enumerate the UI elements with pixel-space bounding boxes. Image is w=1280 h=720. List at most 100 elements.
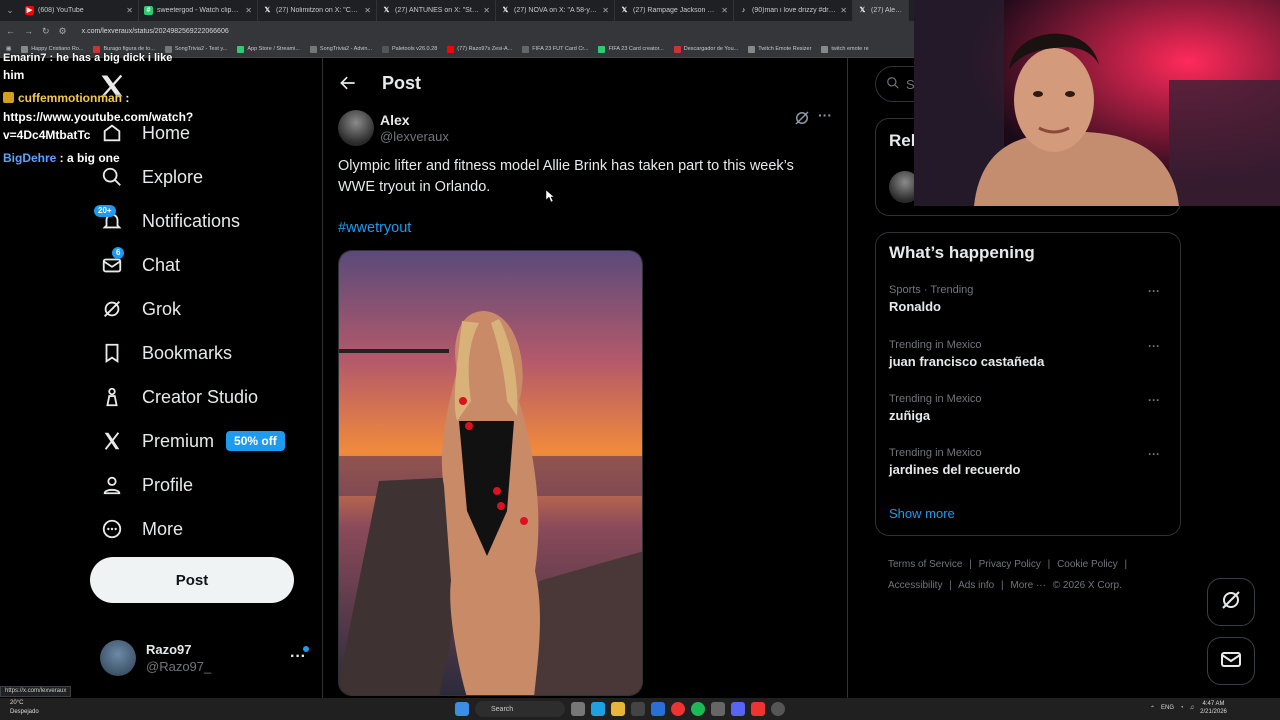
browser-tab-active[interactable]: 𝕏 (27) Alex on X: "O — [853, 0, 909, 21]
footer-link-ads-info[interactable]: Ads info — [958, 580, 994, 591]
footer-link-cookies[interactable]: Cookie Policy — [1057, 559, 1118, 570]
author-avatar[interactable] — [338, 110, 374, 146]
bookmark-item[interactable]: (77) Razo97s Zesi-A... — [447, 45, 512, 53]
grok-icon[interactable] — [793, 109, 811, 127]
trend-item[interactable]: Trending in Mexico juan francisco castañ… — [889, 339, 1169, 379]
close-tab-icon[interactable]: ✕ — [483, 6, 490, 15]
tab-title: (27) NOVA on X: "A 58-year-old — [514, 7, 598, 14]
footer-link-privacy[interactable]: Privacy Policy — [979, 559, 1041, 570]
sidebar-item-profile[interactable]: Profile — [100, 469, 193, 501]
author-name[interactable]: Alex — [380, 112, 449, 128]
bookmark-item[interactable]: Twitch Emote Resizer — [748, 45, 811, 53]
close-tab-icon[interactable]: ✕ — [721, 6, 728, 15]
steam-icon[interactable] — [711, 702, 725, 716]
back-arrow-icon[interactable] — [338, 73, 358, 93]
messages-fab-button[interactable] — [1207, 637, 1255, 685]
bell-icon: 20+ — [94, 205, 124, 233]
back-nav-icon[interactable]: ← — [6, 26, 15, 36]
taskbar-search[interactable]: Search — [475, 701, 565, 717]
close-tab-icon[interactable]: ✕ — [840, 6, 847, 15]
browser-tab[interactable]: 𝕏 (27) ANTUNES on X: "Streame ✕ — [377, 0, 496, 21]
post-text: Olympic lifter and fitness model Allie B… — [338, 158, 794, 195]
trend-item[interactable]: Sports · Trending Ronaldo ··· — [889, 284, 1169, 324]
mail-app-icon[interactable] — [651, 702, 665, 716]
bookmark-item[interactable]: App Store / Streami... — [237, 45, 300, 53]
discord-icon[interactable] — [731, 702, 745, 716]
bookmark-item[interactable]: FIFA 23 Card creator... — [598, 45, 664, 53]
bookmark-item[interactable]: Descargador de You... — [673, 45, 738, 53]
start-icon[interactable] — [455, 702, 469, 716]
tab-title: (27) Nolimitzon on X: "CEO of T — [276, 7, 361, 14]
file-explorer-icon[interactable] — [611, 702, 625, 716]
close-tab-icon[interactable]: ✕ — [245, 6, 252, 15]
language-indicator[interactable]: ENG — [1161, 705, 1174, 711]
grok-fab-button[interactable] — [1207, 578, 1255, 626]
trend-item[interactable]: Trending in Mexico jardines del recuerdo… — [889, 447, 1169, 487]
chrome-icon[interactable] — [671, 702, 685, 716]
footer-link-terms[interactable]: Terms of Service — [888, 559, 962, 570]
trend-more-icon[interactable]: ··· — [1148, 393, 1160, 407]
trend-name: zuñiga — [889, 408, 931, 423]
browser-tab[interactable]: # sweetergod - Watch clips on X ✕ — [139, 0, 258, 21]
reload-icon[interactable]: ↻ — [42, 26, 50, 37]
bookmark-item[interactable]: twitch emote re — [821, 45, 869, 53]
trend-more-icon[interactable]: ··· — [1148, 447, 1160, 461]
post-header: Post — [338, 66, 421, 100]
obs-icon[interactable] — [771, 702, 785, 716]
post-more-icon[interactable]: ··· — [818, 107, 832, 123]
close-tab-icon[interactable]: ✕ — [602, 6, 609, 15]
sidebar-item-chat[interactable]: 6 Chat — [100, 247, 180, 281]
forward-nav-icon[interactable]: → — [24, 26, 33, 36]
sidebar-item-bookmarks[interactable]: Bookmarks — [100, 337, 232, 369]
close-tab-icon[interactable]: ✕ — [364, 6, 371, 15]
post-button[interactable]: Post — [90, 557, 294, 603]
trend-more-icon[interactable]: ··· — [1148, 339, 1160, 353]
wifi-icon[interactable]: ◔ — [1180, 705, 1184, 711]
sidebar-item-more[interactable]: More — [100, 513, 183, 545]
account-handle: @Razo97_ — [146, 659, 212, 674]
footer-link-more[interactable]: More ··· — [1010, 580, 1046, 591]
author-handle[interactable]: @lexveraux — [380, 129, 449, 144]
edge-icon[interactable] — [591, 702, 605, 716]
tab-search-icon[interactable]: ⌄ — [0, 5, 20, 16]
site-info-icon[interactable]: ⚙ — [59, 26, 67, 37]
bookmark-item[interactable]: Paletools v26.0.28 — [382, 45, 437, 53]
bookmark-item[interactable]: SongTrivia2 - Advin... — [309, 45, 372, 53]
x-logo-icon — [100, 429, 124, 453]
browser-tab[interactable]: 𝕏 (27) NOVA on X: "A 58-year-old ✕ — [496, 0, 615, 21]
trend-more-icon[interactable]: ··· — [1148, 284, 1160, 298]
tab-title: (27) Alex on X: "O — [871, 7, 903, 14]
sidebar-item-grok[interactable]: Grok — [100, 293, 181, 325]
bookmark-item[interactable]: SongTrivia2 - Test y... — [164, 45, 227, 53]
volume-icon[interactable]: ♫ — [1190, 705, 1195, 711]
bookmark-item[interactable]: FIFA 23 FUT Card Cr... — [522, 45, 588, 53]
store-icon[interactable] — [631, 702, 645, 716]
sidebar-item-creator-studio[interactable]: Creator Studio — [100, 381, 258, 413]
show-more-link[interactable]: Show more — [889, 506, 955, 521]
browser-tab[interactable]: ▶ (608) YouTube ✕ — [20, 0, 139, 21]
sidebar-item-notifications[interactable]: 20+ Notifications — [94, 205, 240, 237]
browser-tab[interactable]: ♪ (90)man i love drizzy #drake #✕ — [734, 0, 853, 21]
footer-separator: | — [949, 580, 952, 591]
creator-studio-icon — [100, 385, 124, 409]
task-view-icon[interactable] — [571, 702, 585, 716]
browser-tab[interactable]: 𝕏 (27) Nolimitzon on X: "CEO of T✕ — [258, 0, 377, 21]
chat-message: him — [3, 68, 25, 82]
x-favicon-icon: 𝕏 — [859, 7, 866, 14]
clock[interactable]: 4:47 AM 2/21/2026 — [1200, 700, 1227, 716]
x-favicon-icon: 𝕏 — [264, 7, 271, 14]
browser-tab[interactable]: 𝕏 (27) Rampage Jackson on X: "A ✕ — [615, 0, 734, 21]
footer-link-accessibility[interactable]: Accessibility — [888, 580, 942, 591]
spotify-icon[interactable] — [691, 702, 705, 716]
music-app-icon[interactable] — [751, 702, 765, 716]
account-switcher[interactable]: Razo97 @Razo97_ ··· — [100, 638, 312, 678]
tray-chevron-icon[interactable]: ⌃ — [1150, 705, 1155, 712]
close-tab-icon[interactable]: ✕ — [126, 6, 133, 15]
hashtag-link[interactable]: #wwetryout — [338, 220, 411, 236]
post-image[interactable] — [338, 250, 643, 696]
weather-widget[interactable]: 20°C Despejado — [10, 699, 39, 717]
url-field[interactable]: x.com/lexveraux/status/20249825692220666… — [82, 28, 229, 35]
tab-title: (27) Rampage Jackson on X: "A — [633, 7, 717, 14]
sidebar-item-premium[interactable]: Premium 50% off — [100, 425, 285, 457]
trend-item[interactable]: Trending in Mexico zuñiga ··· — [889, 393, 1169, 433]
